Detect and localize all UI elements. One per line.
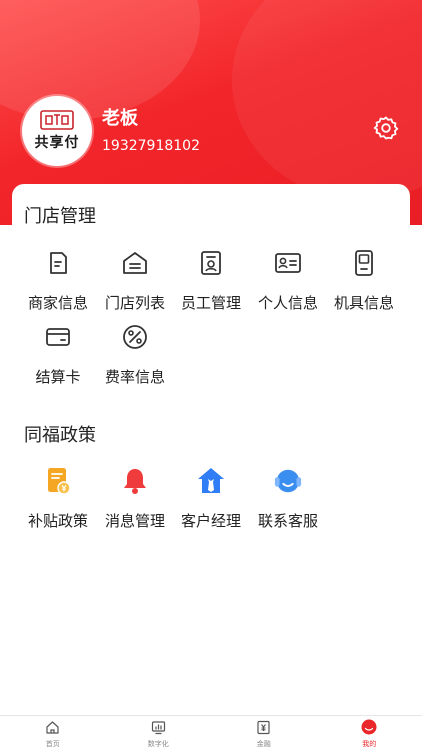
header-decoration [232,0,422,200]
bottom-nav: 首页 数字化 金融 我的 [0,715,422,750]
avatar[interactable]: 共享付 [22,96,92,166]
menu-label: 客户经理 [180,512,241,530]
gear-icon[interactable] [372,114,400,142]
menu-personal-info[interactable]: 个人信息 [248,248,328,320]
menu-label: 结算卡 [35,368,81,386]
menu-message-management[interactable]: 消息管理 [95,466,175,538]
brand-logo-icon [40,110,74,130]
pos-device-icon [349,248,379,278]
nav-label: 我的 [362,740,377,748]
nav-label: 数字化 [147,740,169,748]
bell-icon [120,466,150,496]
menu-label: 门店列表 [104,294,165,312]
menu-label: 个人信息 [257,294,318,312]
menu-merchant-info[interactable]: 商家信息 [18,248,98,320]
menu-staff-management[interactable]: 员工管理 [171,248,251,320]
nav-mine[interactable]: 我的 [317,716,422,750]
menu-contact-service[interactable]: 联系客服 [248,466,328,538]
menu-label: 消息管理 [104,512,165,530]
menu-label: 员工管理 [180,294,241,312]
nav-label: 首页 [45,740,60,748]
subsidy-icon [43,466,73,496]
home-icon [45,719,61,735]
manager-icon [196,466,226,496]
menu-label: 费率信息 [104,368,165,386]
user-phone: 19327918102 [102,138,200,154]
chart-icon [150,719,166,735]
menu-label: 商家信息 [27,294,88,312]
nav-home[interactable]: 首页 [0,716,106,750]
store-icon [120,248,150,278]
user-name: 老板 [102,108,138,129]
yuan-icon [256,719,272,735]
nav-finance[interactable]: 金融 [211,716,317,750]
menu-account-manager[interactable]: 客户经理 [171,466,251,538]
section-title-store-management: 门店管理 [24,206,96,227]
menu-subsidy-policy[interactable]: 补贴政策 [18,466,98,538]
menu-settlement-card[interactable]: 结算卡 [18,322,98,394]
nav-digital[interactable]: 数字化 [106,716,212,750]
header-decoration [0,0,200,120]
menu-rate-info[interactable]: 费率信息 [95,322,175,394]
menu-device-info[interactable]: 机具信息 [324,248,404,320]
id-card-icon [273,248,303,278]
staff-badge-icon [196,248,226,278]
menu-label: 联系客服 [257,512,318,530]
menu-label: 补贴政策 [27,512,88,530]
profile-icon [361,719,377,735]
section-title-policy: 同福政策 [24,425,96,446]
percent-icon [120,322,150,352]
bank-card-icon [43,322,73,352]
menu-label: 机具信息 [333,294,394,312]
document-icon [43,248,73,278]
menu-store-list[interactable]: 门店列表 [95,248,175,320]
nav-label: 金融 [256,740,271,748]
headset-icon [273,466,303,496]
brand-logo-text: 共享付 [34,135,80,151]
